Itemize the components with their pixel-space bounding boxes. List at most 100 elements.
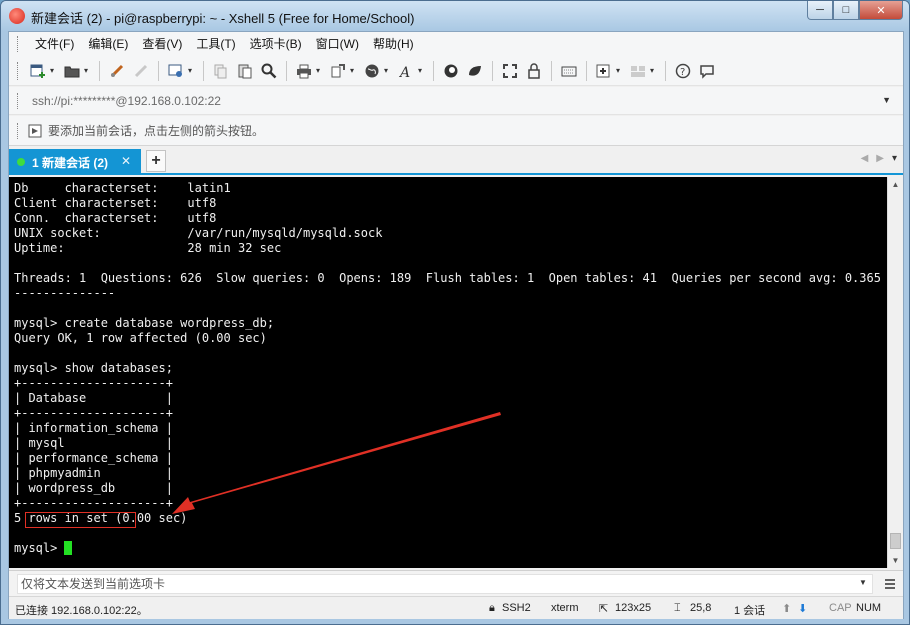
- globe-icon[interactable]: [361, 60, 383, 82]
- tab-next-icon[interactable]: ▶: [876, 153, 884, 164]
- menu-tab[interactable]: 选项卡(B): [243, 32, 309, 56]
- print-dropdown-icon[interactable]: ▾: [316, 66, 324, 75]
- lock-icon[interactable]: [523, 60, 545, 82]
- menu-bar: 文件(F) 编辑(E) 查看(V) 工具(T) 选项卡(B) 窗口(W) 帮助(…: [9, 32, 903, 56]
- session-count-status: 1 会话: [734, 605, 766, 617]
- lock-small-icon: 🔒︎: [489, 602, 495, 614]
- toolbar-grip[interactable]: [17, 61, 20, 80]
- tab-prev-icon[interactable]: ◀: [861, 153, 869, 164]
- svg-text:A: A: [398, 65, 410, 79]
- close-button[interactable]: ✕: [859, 1, 903, 20]
- send-text-input[interactable]: 仅将文本发送到当前选项卡: [17, 574, 873, 594]
- reconnect-icon[interactable]: [130, 60, 152, 82]
- download-arrow-icon: ⬇: [798, 603, 808, 615]
- transfer-icon[interactable]: [327, 60, 349, 82]
- xshell-window: 新建会话 (2) - pi@raspberrypi: ~ - Xshell 5 …: [0, 0, 910, 625]
- toolbar-separator: [99, 60, 100, 81]
- copy-icon[interactable]: [210, 60, 232, 82]
- toolbar-separator: [665, 60, 666, 81]
- address-dropdown-icon[interactable]: ▼: [882, 95, 891, 105]
- font-icon[interactable]: A: [395, 60, 417, 82]
- properties-icon[interactable]: [165, 60, 187, 82]
- protocol-status: SSH2: [502, 602, 531, 614]
- window-controls: ─ □ ✕: [807, 1, 903, 21]
- hint-text: 要添加当前会话，点击左侧的箭头按钮。: [48, 124, 265, 138]
- tab-list-icon[interactable]: ▾: [892, 153, 897, 164]
- new-session-dropdown-icon[interactable]: ▾: [50, 66, 58, 75]
- resize-icon: ⇱: [599, 603, 609, 615]
- num-lock-status: NUM: [856, 602, 882, 614]
- minimize-button[interactable]: ─: [807, 1, 833, 20]
- globe-dropdown-icon[interactable]: ▾: [384, 66, 392, 75]
- paste-icon[interactable]: [234, 60, 256, 82]
- disconnect-icon[interactable]: [106, 60, 128, 82]
- hintbar-grip[interactable]: [17, 122, 20, 139]
- toolbar-separator: [286, 60, 287, 81]
- menu-edit[interactable]: 编辑(E): [81, 32, 135, 56]
- open-folder-icon[interactable]: [61, 60, 83, 82]
- title-bar[interactable]: 新建会话 (2) - pi@raspberrypi: ~ - Xshell 5 …: [1, 1, 909, 31]
- send-target-dropdown-icon[interactable]: ▼: [859, 578, 867, 587]
- terminal-scrollbar[interactable]: ▲ ▼: [887, 177, 903, 568]
- add-dropdown-icon[interactable]: ▾: [616, 66, 624, 75]
- tab-session-1[interactable]: 1 新建会话 (2) ✕: [9, 149, 141, 175]
- window-title: 新建会话 (2) - pi@raspberrypi: ~ - Xshell 5 …: [31, 11, 415, 26]
- help-icon[interactable]: ?: [672, 60, 694, 82]
- tab-close-icon[interactable]: ✕: [121, 154, 131, 168]
- annotation-arrow-icon: [172, 412, 501, 514]
- menu-window[interactable]: 窗口(W): [309, 32, 366, 56]
- find-icon[interactable]: [258, 60, 280, 82]
- maximize-button[interactable]: □: [833, 1, 859, 20]
- print-icon[interactable]: [293, 60, 315, 82]
- layout-icon[interactable]: [627, 60, 649, 82]
- scroll-up-icon[interactable]: ▲: [888, 177, 903, 192]
- terminal-type-status: xterm: [551, 602, 579, 614]
- xmanager-icon[interactable]: [464, 60, 486, 82]
- addressbar-grip[interactable]: [17, 92, 20, 109]
- address-bar: ssh://pi:*********@192.168.0.102:22 ▼: [9, 87, 903, 115]
- layout-dropdown-icon[interactable]: ▾: [650, 66, 658, 75]
- menu-file[interactable]: 文件(F): [28, 32, 81, 56]
- new-tab-button[interactable]: +: [146, 150, 166, 172]
- address-field[interactable]: ssh://pi:*********@192.168.0.102:22 ▼: [28, 90, 903, 112]
- send-menu-icon[interactable]: [883, 577, 897, 591]
- toolbar-separator: [586, 60, 587, 81]
- menu-tools[interactable]: 工具(T): [189, 32, 242, 56]
- caps-lock-status: CAP: [829, 602, 852, 614]
- font-dropdown-icon[interactable]: ▾: [418, 66, 426, 75]
- fullscreen-icon[interactable]: [499, 60, 521, 82]
- scroll-thumb[interactable]: [890, 533, 901, 549]
- cursor-position-status: 25,8: [690, 602, 712, 614]
- transfer-dropdown-icon[interactable]: ▾: [350, 66, 358, 75]
- tab-label: 1 新建会话 (2): [32, 155, 109, 170]
- properties-dropdown-icon[interactable]: ▾: [188, 66, 196, 75]
- send-bar: 仅将文本发送到当前选项卡 ▼: [9, 570, 903, 596]
- session-hint-bar: 要添加当前会话，点击左侧的箭头按钮。: [9, 116, 903, 146]
- xftp-icon[interactable]: [440, 60, 462, 82]
- toolbar-separator: [492, 60, 493, 81]
- keyboard-icon[interactable]: [558, 60, 580, 82]
- toolbar-separator: [551, 60, 552, 81]
- connection-status: 已连接 192.168.0.102:22。: [15, 605, 148, 617]
- new-session-icon[interactable]: [27, 60, 49, 82]
- tab-navigation: ◀ ▶ ▾: [861, 153, 897, 164]
- address-value: ssh://pi:*********@192.168.0.102:22: [32, 93, 221, 108]
- open-dropdown-icon[interactable]: ▾: [84, 66, 92, 75]
- xshell-app-icon: [9, 8, 25, 24]
- scroll-down-icon[interactable]: ▼: [888, 553, 903, 568]
- menu-view[interactable]: 查看(V): [135, 32, 189, 56]
- menu-help[interactable]: 帮助(H): [366, 32, 421, 56]
- toolbar-separator: [203, 60, 204, 81]
- status-bar: 已连接 192.168.0.102:22。 🔒︎ SSH2 xterm ⇱ 12…: [9, 596, 903, 619]
- add-icon[interactable]: [593, 60, 615, 82]
- connected-status-icon: [17, 158, 25, 166]
- tab-bar: 1 新建会话 (2) ✕ + ◀ ▶ ▾: [9, 147, 903, 175]
- svg-text:?: ?: [680, 67, 685, 78]
- terminal-output[interactable]: Db characterset: latin1 Client characters…: [9, 177, 887, 568]
- menubar-grip[interactable]: [17, 36, 20, 52]
- chat-icon[interactable]: [696, 60, 718, 82]
- add-session-arrow-icon[interactable]: [28, 124, 42, 138]
- cursor-icon: ⌶: [674, 602, 681, 614]
- upload-arrow-icon: ⬆: [782, 603, 792, 615]
- toolbar: ▾ ▾ ▾ ▾ ▾ ▾ A ▾ ▾ ▾ ?: [9, 56, 903, 86]
